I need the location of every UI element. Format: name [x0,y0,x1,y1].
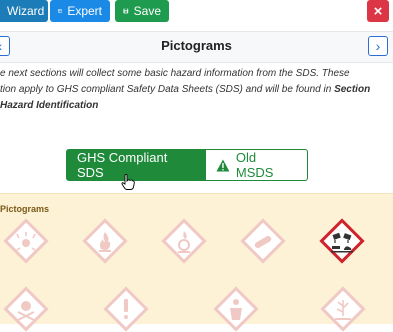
intro-line-2-bold: Section [334,84,371,95]
intro-line-2: tion apply to GHS compliant Safety Data … [0,82,392,98]
pictogram-gas-cylinder[interactable] [240,218,286,264]
close-icon: × [373,2,383,20]
health-hazard-icon [230,299,242,320]
chevron-right-icon: › [375,38,381,54]
pictogram-exploding-bomb[interactable] [3,218,49,264]
intro-line-2-text: tion apply to GHS compliant Safety Data … [0,84,335,95]
pictogram-corrosion[interactable] [319,218,365,264]
wizard-button[interactable]: Wizard [0,0,48,22]
section-header: ‹ Pictograms › [0,31,393,63]
warning-icon [216,159,230,171]
gas-cylinder-icon [254,236,272,248]
ghs-compliant-sds-button[interactable]: GHS Compliant SDS [66,149,206,181]
toolbar: Wizard Expert Save × [0,0,393,26]
corrosion-icon [331,232,353,253]
pictogram-flame[interactable] [82,218,128,264]
flame-icon [99,232,111,252]
page-title: Pictograms [161,38,232,53]
exploding-bomb-icon [16,232,36,251]
wizard-label: Wizard [7,4,45,18]
pictogram-skull-and-crossbones[interactable] [3,286,49,332]
floppy-disk-icon [123,8,129,14]
skull-and-crossbones-icon [17,301,35,321]
sds-type-toggle: GHS Compliant SDS Old MSDS [66,149,308,181]
pictogram-environment[interactable] [320,286,366,332]
ghs-label: GHS Compliant SDS [77,150,168,180]
hand-cursor-icon [121,174,135,190]
panel-title: Pictograms [0,204,50,214]
pictogram-exclamation-mark[interactable] [103,286,149,332]
pictograms-panel: Pictograms [0,193,393,332]
intro-line-1: e next sections will collect some basic … [0,68,350,79]
next-section-button[interactable]: › [368,36,388,56]
close-button[interactable]: × [367,0,389,22]
intro-line-3: Hazard Identification [0,98,392,114]
save-button[interactable]: Save [115,0,169,22]
flame-over-circle-icon [178,231,190,253]
pictogram-health-hazard[interactable] [213,286,259,332]
pictogram-flame-over-circle[interactable] [161,218,207,264]
intro-line-3-bold: Hazard Identification [0,100,99,111]
msds-label: Old MSDS [235,150,274,180]
exclamation-mark-icon [124,299,128,319]
intro-text: e next sections will collect some basic … [0,66,392,114]
old-msds-button[interactable]: Old MSDS [206,149,308,181]
save-label: Save [133,4,161,18]
expert-button[interactable]: Expert [50,0,110,22]
table-icon [58,9,63,13]
environment-icon [335,300,351,320]
expert-label: Expert [67,4,102,18]
